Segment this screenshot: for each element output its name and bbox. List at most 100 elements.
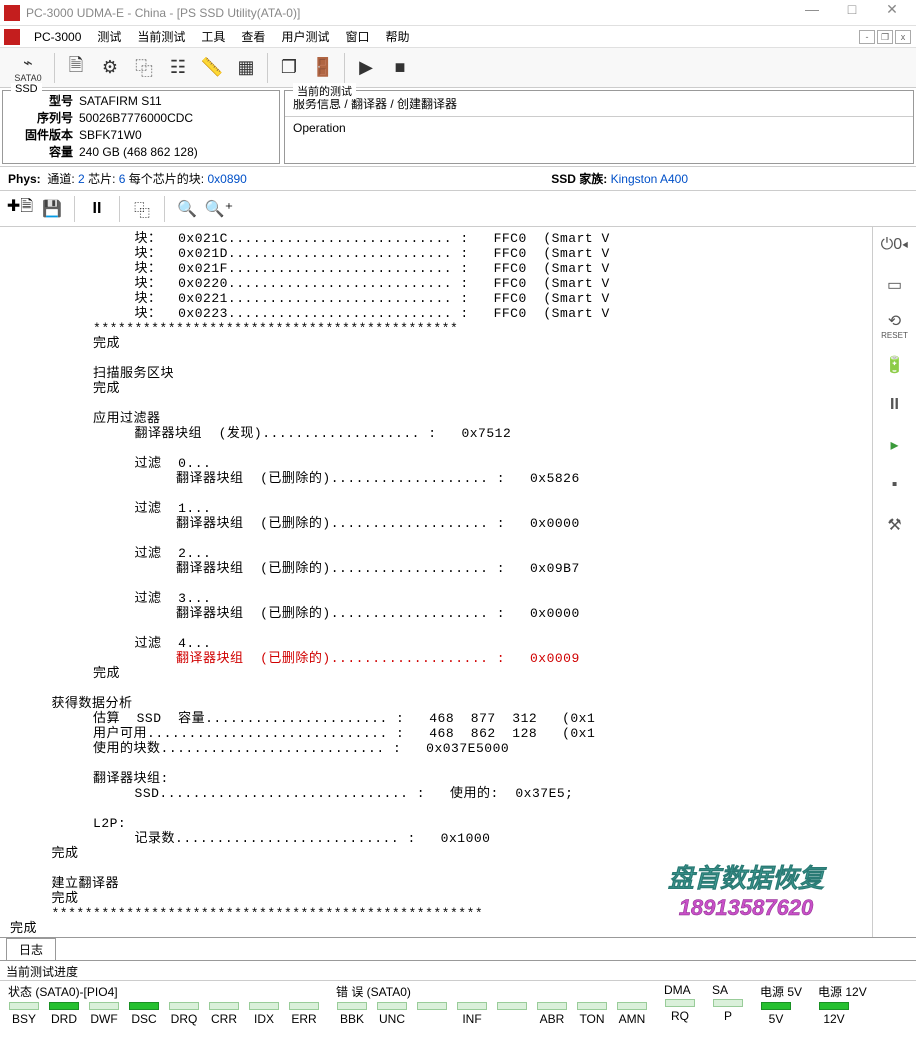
copy2-button[interactable]: ⿻ <box>126 194 158 224</box>
next-icon[interactable]: ▸ <box>879 431 911 459</box>
status-group: SAP <box>708 983 748 1028</box>
main-area: 块： 0x021C........................... : F… <box>0 227 916 937</box>
pause2-button[interactable]: II <box>879 391 911 419</box>
play-button[interactable]: ▶ <box>349 51 383 85</box>
copy-icon[interactable]: ⿻ <box>127 51 161 85</box>
settings-icon[interactable]: ⚒ <box>879 511 911 539</box>
menu-tools[interactable]: 工具 <box>193 28 233 45</box>
status-group: 电源 5V5V <box>756 983 806 1028</box>
status-cell: 12V <box>814 1000 854 1028</box>
led-icon <box>457 1002 487 1010</box>
maximize-button[interactable]: □ <box>832 1 872 25</box>
battery-icon[interactable]: 🔋 <box>879 351 911 379</box>
status-cell-label: BSY <box>4 1012 44 1026</box>
info-bar: SSD 型号SATAFIRM S11 序列号50026B7776000CDC 固… <box>0 88 916 167</box>
menu-view[interactable]: 查看 <box>233 28 273 45</box>
status-cell: ABR <box>532 1000 572 1028</box>
led-icon <box>713 999 743 1007</box>
status-cell: BBK <box>332 1000 372 1028</box>
led-icon <box>665 999 695 1007</box>
chip-icon[interactable]: ▭ <box>879 271 911 299</box>
tab-log[interactable]: 日志 <box>6 938 56 960</box>
mdi-controls: - ❐ x <box>858 30 912 44</box>
status-cell-label: TON <box>572 1012 612 1026</box>
led-icon <box>209 1002 239 1010</box>
ruler-icon[interactable]: 📏 <box>195 51 229 85</box>
title-bar: PC-3000 UDMA-E - China - [PS SSD Utility… <box>0 0 916 26</box>
cable-icon: ⌁ <box>23 53 33 73</box>
ssd-group-title: SSD <box>11 83 42 95</box>
close-button[interactable]: ✕ <box>872 1 912 25</box>
log-toolbar: ✚🗎 💾 II ⿻ 🔍 🔍⁺ <box>0 191 916 227</box>
status-cell: IDX <box>244 1000 284 1028</box>
doc-icon[interactable]: 🗎 <box>59 51 93 85</box>
led-icon <box>377 1002 407 1010</box>
menu-help[interactable]: 帮助 <box>377 28 417 45</box>
serial-value: 50026B7776000CDC <box>79 110 193 127</box>
menu-window[interactable]: 窗口 <box>337 28 377 45</box>
mdi-min-button[interactable]: - <box>859 30 875 44</box>
list-icon[interactable]: ☷ <box>161 51 195 85</box>
status-cell: 5V <box>756 1000 796 1028</box>
led-icon <box>249 1002 279 1010</box>
led-icon <box>89 1002 119 1010</box>
grid-icon[interactable]: ▦ <box>229 51 263 85</box>
status-cell: BSY <box>4 1000 44 1028</box>
status-cell-label: DRQ <box>164 1012 204 1026</box>
main-toolbar: ⌁ SATA0 🗎 ⚙ ⿻ ☷ 📏 ▦ ❐ 🚪 ▶ ■ <box>0 48 916 88</box>
model-label: 型号 <box>9 93 79 110</box>
sata-port-button[interactable]: ⌁ SATA0 <box>6 51 50 85</box>
progress-label: 当前测试进度 <box>6 965 78 979</box>
model-value: SATAFIRM S11 <box>79 93 162 110</box>
find-button[interactable]: 🔍 <box>171 194 203 224</box>
operation-label: Operation <box>285 117 913 139</box>
menu-user-test[interactable]: 用户测试 <box>273 28 337 45</box>
status-cell-label: RQ <box>660 1009 700 1023</box>
led-icon <box>289 1002 319 1010</box>
stop-button[interactable]: ■ <box>383 51 417 85</box>
cap-label: 容量 <box>9 144 79 161</box>
save-log-button[interactable]: 💾 <box>36 194 68 224</box>
new-log-button[interactable]: ✚🗎 <box>4 194 36 224</box>
status-group-title: SA <box>708 983 748 997</box>
menu-app[interactable]: PC-3000 <box>26 30 89 44</box>
mdi-restore-button[interactable]: ❐ <box>877 30 893 44</box>
led-icon <box>337 1002 367 1010</box>
status-cell: ERR <box>284 1000 324 1028</box>
serial-label: 序列号 <box>9 110 79 127</box>
cap-value: 240 GB (468 862 128) <box>79 144 198 161</box>
reset-button[interactable]: ⟲RESET <box>879 311 911 339</box>
led-icon <box>169 1002 199 1010</box>
led-icon <box>577 1002 607 1010</box>
status-cell: CRR <box>204 1000 244 1028</box>
stack-icon[interactable]: ❐ <box>272 51 306 85</box>
phys-bar: Phys: 通道: 2 芯片: 6 每个芯片的块: 0x0890 SSD 家族:… <box>0 167 916 191</box>
menu-current-test[interactable]: 当前测试 <box>129 28 193 45</box>
status-cell-label: ERR <box>284 1012 324 1026</box>
led-icon <box>129 1002 159 1010</box>
led-icon <box>49 1002 79 1010</box>
led-icon <box>497 1002 527 1010</box>
log-pane[interactable]: 块： 0x021C........................... : F… <box>0 227 872 937</box>
minimize-button[interactable]: — <box>792 1 832 25</box>
status-group-title: DMA <box>660 983 700 997</box>
status-cell-label: AMN <box>612 1012 652 1026</box>
fw-value: SBFK71W0 <box>79 127 142 144</box>
status-cell-label: INF <box>452 1012 492 1026</box>
exit-icon[interactable]: 🚪 <box>306 51 340 85</box>
menu-test[interactable]: 测试 <box>89 28 129 45</box>
status-cell: P <box>708 997 748 1025</box>
app-icon <box>4 5 20 21</box>
status-group-title: 电源 5V <box>756 983 806 1000</box>
power-button[interactable]: ⏻0◂ <box>879 231 911 259</box>
status-cell: DRD <box>44 1000 84 1028</box>
led-icon <box>819 1002 849 1010</box>
mdi-close-button[interactable]: x <box>895 30 911 44</box>
status-cell-label: DSC <box>124 1012 164 1026</box>
pause-button[interactable]: II <box>81 194 113 224</box>
block-value: 0x0890 <box>207 172 246 186</box>
cpu-icon[interactable]: ▪ <box>879 471 911 499</box>
gear-icon[interactable]: ⚙ <box>93 51 127 85</box>
status-cell: UNC <box>372 1000 412 1028</box>
find-next-button[interactable]: 🔍⁺ <box>203 194 235 224</box>
